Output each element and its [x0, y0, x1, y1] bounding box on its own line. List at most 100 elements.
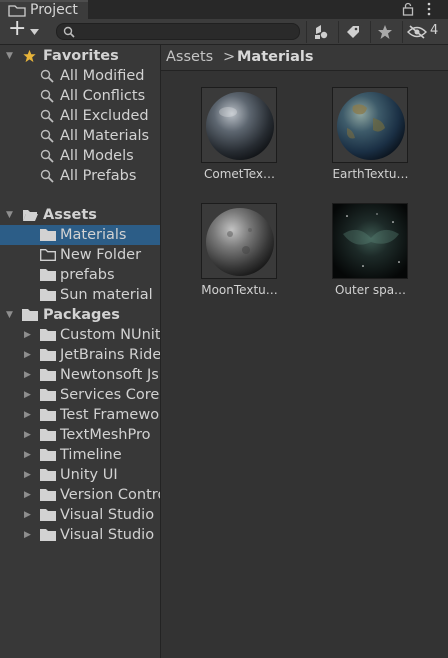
material-thumbnail — [332, 87, 408, 163]
package-item[interactable]: ▶ Unity UI — [0, 465, 160, 485]
tree-favorites[interactable]: ▼ Favorites — [0, 46, 160, 66]
package-item[interactable]: ▶ Visual Studio — [0, 505, 160, 525]
expand-right-icon[interactable]: ▶ — [24, 325, 31, 345]
folder-icon — [40, 369, 56, 381]
texture-thumbnail — [332, 203, 408, 279]
kebab-menu-icon[interactable] — [426, 0, 436, 19]
favorite-item[interactable]: All Conflicts — [0, 86, 160, 106]
tree-item-label: prefabs — [60, 267, 115, 283]
expand-right-icon[interactable]: ▶ — [24, 385, 31, 405]
folder-tree: ▼ Favorites All Modified All Conflicts A… — [0, 45, 160, 658]
asset-grid-panel: Assets > Materials CometTex… EarthTextu… — [161, 45, 448, 658]
star-icon — [23, 49, 36, 63]
tab-title: Project — [30, 2, 78, 18]
tree-item-new-folder[interactable]: New Folder — [0, 245, 160, 265]
breadcrumb: Assets > Materials — [161, 45, 448, 71]
expand-down-icon[interactable]: ▼ — [6, 46, 13, 66]
favorite-item[interactable]: All Modified — [0, 66, 160, 86]
package-item[interactable]: ▶ Visual Studio — [0, 525, 160, 545]
tree-packages[interactable]: ▼ Packages — [0, 305, 160, 325]
search-icon — [63, 26, 75, 38]
window-titlebar: Project — [0, 0, 448, 19]
expand-down-icon[interactable]: ▼ — [6, 205, 13, 225]
favorite-item-label: All Materials — [60, 128, 150, 144]
favorite-item[interactable]: All Prefabs — [0, 166, 160, 186]
asset-item-earth[interactable]: EarthTextu… — [313, 87, 413, 187]
package-label: TextMeshPro — [60, 427, 151, 443]
asset-item-outer-space[interactable]: Outer spa… — [313, 203, 413, 303]
package-label: Visual Studio — [60, 507, 155, 523]
lock-icon[interactable] — [402, 0, 416, 19]
expand-right-icon[interactable]: ▶ — [24, 505, 31, 525]
package-item[interactable]: ▶ Newtonsoft Js — [0, 365, 160, 385]
search-icon — [40, 69, 54, 83]
package-label: JetBrains Ride — [60, 347, 160, 363]
favorite-item-label: All Conflicts — [60, 88, 146, 104]
favorites-label: Favorites — [43, 48, 119, 64]
project-toolbar: + 4 — [0, 16, 448, 45]
label-tag-icon — [347, 26, 359, 38]
assets-label: Assets — [43, 207, 97, 223]
folder-icon — [40, 449, 56, 461]
tree-item-prefabs[interactable]: prefabs — [0, 265, 160, 285]
label-filter-button[interactable] — [338, 21, 367, 43]
create-plus-label: + — [8, 16, 27, 41]
breadcrumb-materials[interactable]: Materials — [237, 49, 314, 65]
folder-icon — [40, 429, 56, 441]
package-item[interactable]: ▶ Custom NUnit — [0, 325, 160, 345]
search-input[interactable] — [56, 23, 300, 40]
search-icon — [40, 169, 54, 183]
package-label: Visual Studio — [60, 527, 155, 543]
expand-right-icon[interactable]: ▶ — [24, 345, 31, 365]
hidden-count: 4 — [430, 23, 439, 38]
package-item[interactable]: ▶ JetBrains Ride — [0, 345, 160, 365]
package-item[interactable]: ▶ Test Framewo — [0, 405, 160, 425]
favorite-item[interactable]: All Models — [0, 146, 160, 166]
tree-assets[interactable]: ▼ Assets — [0, 205, 160, 225]
package-item[interactable]: ▶ Timeline — [0, 445, 160, 465]
favorite-item[interactable]: All Excluded — [0, 106, 160, 126]
expand-right-icon[interactable]: ▶ — [24, 405, 31, 425]
folder-icon — [40, 409, 56, 421]
favorite-item[interactable]: All Materials — [0, 126, 160, 146]
hidden-packages-button[interactable] — [402, 21, 431, 43]
folder-icon — [40, 269, 56, 281]
package-item[interactable]: ▶ Version Contro — [0, 485, 160, 505]
expand-right-icon[interactable]: ▶ — [24, 365, 31, 385]
asset-item-moon[interactable]: MoonTextu… — [182, 203, 282, 303]
favorite-star-icon — [378, 25, 392, 39]
expand-right-icon[interactable]: ▶ — [24, 485, 31, 505]
scene-filter-icon — [315, 25, 328, 39]
asset-item-comet[interactable]: CometTex… — [182, 87, 282, 187]
tree-item-materials[interactable]: Materials — [0, 225, 160, 245]
package-item[interactable]: ▶ Services Core — [0, 385, 160, 405]
favorite-button[interactable] — [370, 21, 399, 43]
tree-item-label: Materials — [60, 227, 127, 243]
expand-right-icon[interactable]: ▶ — [24, 525, 31, 545]
search-icon — [40, 89, 54, 103]
folder-icon — [40, 389, 56, 401]
package-label: Test Framewo — [60, 407, 160, 423]
search-icon — [40, 109, 54, 123]
package-label: Newtonsoft Js — [60, 367, 159, 383]
expand-right-icon[interactable]: ▶ — [24, 425, 31, 445]
folder-icon — [22, 309, 38, 321]
folder-icon — [40, 509, 56, 521]
asset-name: CometTex… — [203, 167, 276, 181]
package-label: Timeline — [60, 447, 122, 463]
hidden-eye-icon — [407, 25, 427, 39]
folder-icon — [40, 349, 56, 361]
chevron-down-icon — [30, 29, 39, 35]
expand-right-icon[interactable]: ▶ — [24, 445, 31, 465]
breadcrumb-assets[interactable]: Assets — [166, 49, 213, 65]
asset-name: MoonTextu… — [201, 283, 278, 297]
create-button[interactable]: + — [6, 16, 42, 41]
tree-item-sun-material[interactable]: Sun material — [0, 285, 160, 305]
tree-item-label: Sun material — [60, 287, 153, 303]
material-thumbnail — [201, 87, 277, 163]
scene-filter-button[interactable] — [306, 21, 335, 43]
expand-down-icon[interactable]: ▼ — [6, 305, 13, 325]
package-item[interactable]: ▶ TextMeshPro — [0, 425, 160, 445]
folder-icon — [40, 529, 56, 541]
expand-right-icon[interactable]: ▶ — [24, 465, 31, 485]
